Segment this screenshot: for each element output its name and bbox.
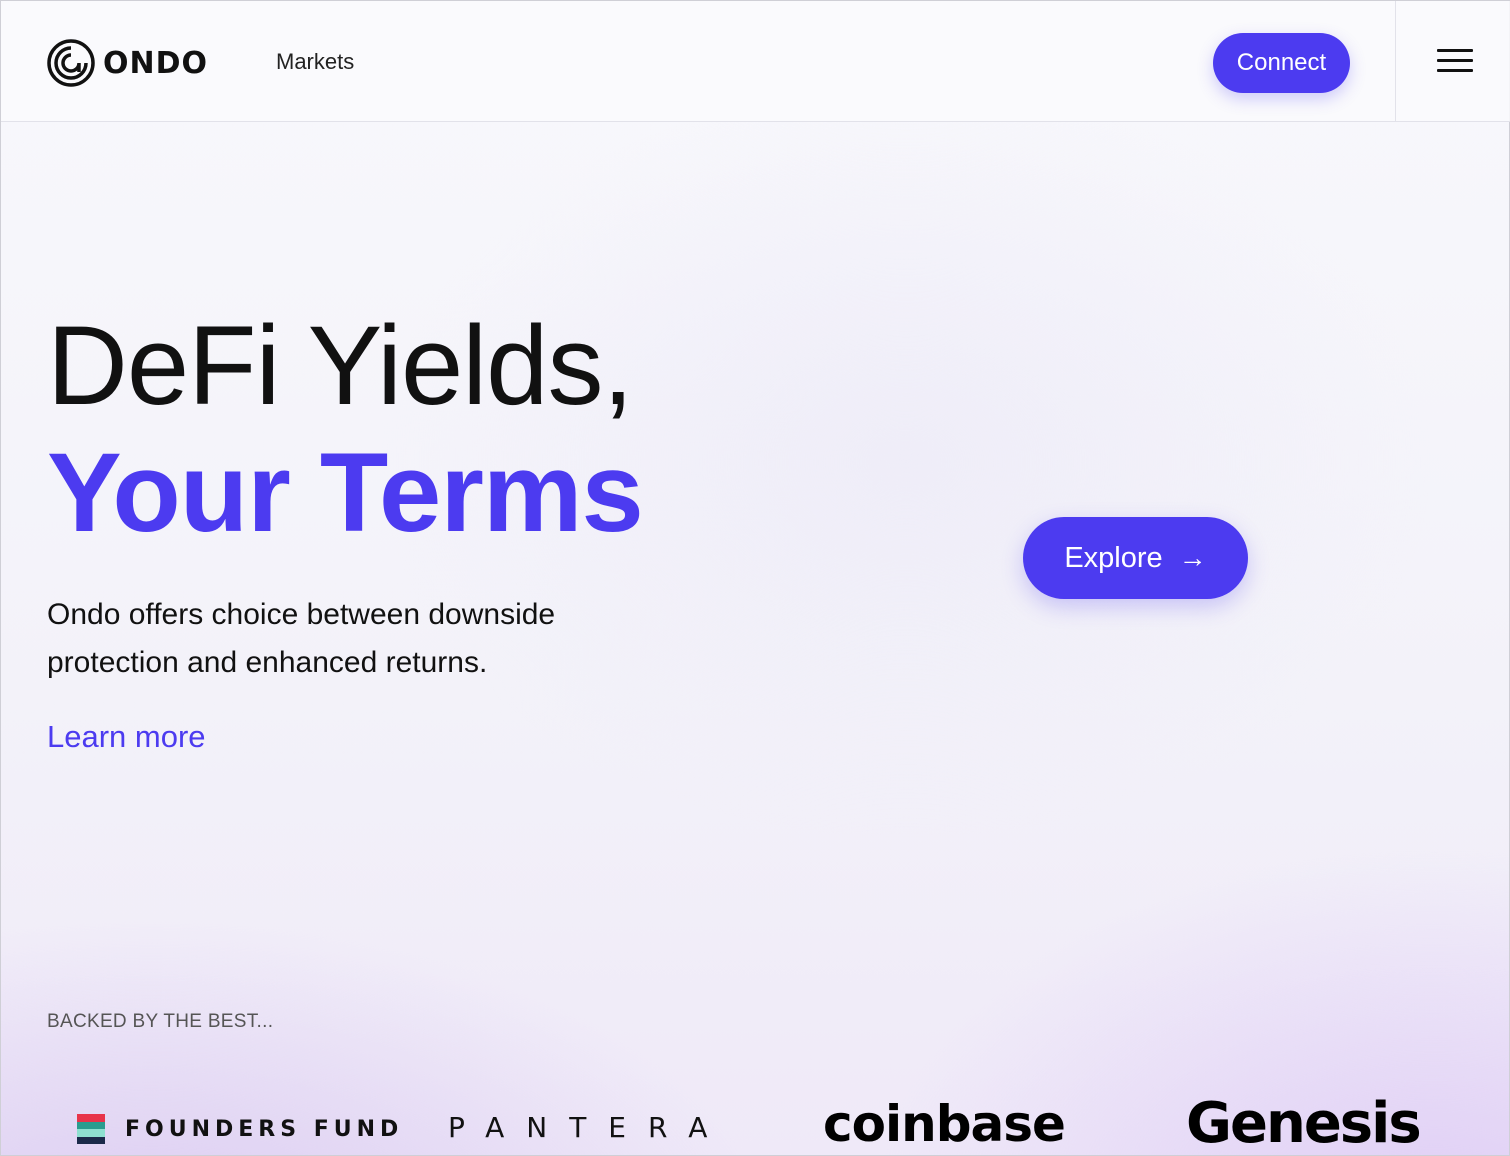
explore-button-label: Explore xyxy=(1064,541,1163,574)
hero-description: Ondo offers choice between downside prot… xyxy=(47,598,556,679)
hamburger-menu-icon[interactable] xyxy=(1437,49,1473,77)
backers-label: BACKED BY THE BEST... xyxy=(47,1011,274,1032)
hero-title-line-2: Your Terms xyxy=(47,430,644,555)
top-navigation-bar: ONDO Markets Connect xyxy=(1,1,1510,122)
ondo-concentric-logo-icon xyxy=(47,39,95,87)
ondo-logo[interactable]: ONDO xyxy=(47,39,208,87)
coinbase-logo: coinbase xyxy=(823,1095,1066,1153)
arrow-right-icon: → xyxy=(1178,542,1207,573)
founders-fund-mark-icon xyxy=(77,1114,105,1144)
genesis-logo: Genesis xyxy=(1186,1091,1422,1156)
brand-name: ONDO xyxy=(103,45,209,81)
pantera-logo: PANTERA xyxy=(448,1111,730,1144)
founders-fund-logo: FOUNDERS FUND xyxy=(77,1114,403,1144)
hero-title-line-1: DeFi Yields, xyxy=(47,303,634,428)
explore-button[interactable]: Explore → xyxy=(1023,517,1248,599)
header-divider xyxy=(1395,1,1396,122)
founders-fund-name: FOUNDERS FUND xyxy=(125,1116,404,1142)
nav-link-markets[interactable]: Markets xyxy=(276,49,354,75)
connect-wallet-button[interactable]: Connect xyxy=(1213,33,1350,93)
learn-more-link[interactable]: Learn more xyxy=(47,719,206,755)
